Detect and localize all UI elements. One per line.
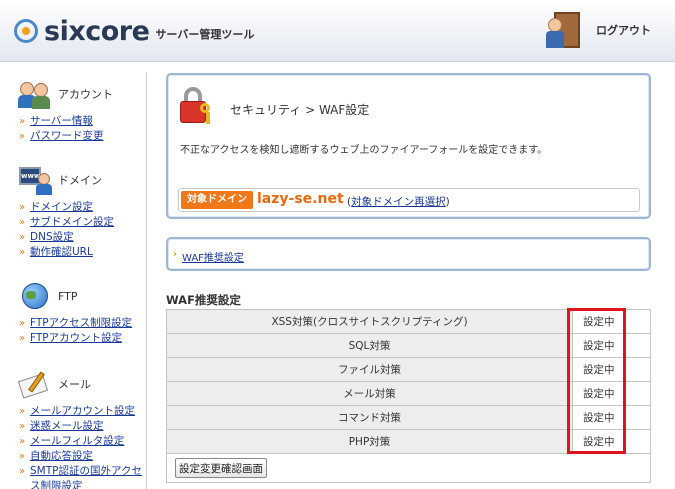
sidebar-link-subdomain-settings[interactable]: サブドメイン設定 xyxy=(18,215,150,230)
sidebar-link-spam-settings[interactable]: 迷惑メール設定 xyxy=(18,419,150,434)
sidebar-link-auto-reply[interactable]: 自動応答設定 xyxy=(18,449,150,464)
sidebar-section-title: FTP xyxy=(58,289,78,303)
security-panel: セキュリティ > WAF設定 不正なアクセスを検知し遮断するウェブ上のファイアー… xyxy=(166,73,651,219)
logo[interactable]: sixcore サーバー管理ツール xyxy=(14,13,254,49)
header: sixcore サーバー管理ツール ログアウト xyxy=(0,0,675,62)
target-domain-box: 対象ドメイン lazy-se.net (対象ドメイン再選択) xyxy=(178,188,640,212)
sidebar-section-title: ドメイン xyxy=(58,174,102,187)
sidebar-section-account: アカウント サーバー情報 パスワード変更 xyxy=(18,78,150,144)
waf-rule-name: XSS対策(クロスサイトスクリプティング) xyxy=(166,309,573,334)
logout-button[interactable]: ログアウト xyxy=(546,10,651,50)
waf-rule-name: ファイル対策 xyxy=(166,357,573,382)
sidebar-link-check-url[interactable]: 動作確認URL xyxy=(18,245,150,260)
waf-settings-table: XSS対策(クロスサイトスクリプティング) 設定中 SQL対策 設定中 ファイル… xyxy=(166,309,651,454)
domain-icon: www xyxy=(18,165,52,195)
sidebar-link-password-change[interactable]: パスワード変更 xyxy=(18,129,150,144)
waf-rule-status: 設定中 xyxy=(572,381,651,406)
sidebar-link-domain-settings[interactable]: ドメイン設定 xyxy=(18,200,150,215)
subnav-waf-recommended-link[interactable]: WAF推奨設定 xyxy=(182,249,244,264)
waf-rule-name: メール対策 xyxy=(166,381,573,406)
logo-mark-icon xyxy=(14,19,38,43)
ftp-globe-icon xyxy=(18,281,52,311)
page-description: 不正なアクセスを検知し遮断するウェブ上のファイアーフォールを設定できます。 xyxy=(180,145,548,156)
mail-icon xyxy=(17,369,52,399)
sidebar-section-title: メール xyxy=(58,378,91,391)
confirm-changes-button[interactable]: 設定変更確認画面 xyxy=(175,458,267,478)
table-row: PHP対策 設定中 xyxy=(166,429,651,454)
subnav: › WAF推奨設定 xyxy=(166,237,651,271)
sidebar-link-smtp-foreign-limit[interactable]: SMTP認証の国外アクセス制限設定 xyxy=(18,464,150,489)
domain-reselect-link[interactable]: 対象ドメイン再選択 xyxy=(351,196,446,208)
logo-text: sixcore xyxy=(44,15,150,47)
confirm-row: 設定変更確認画面 xyxy=(166,454,651,483)
sidebar-section-ftp: FTP FTPアクセス制限設定 FTPアカウント設定 xyxy=(18,280,150,346)
table-row: メール対策 設定中 xyxy=(166,381,651,406)
logo-subtitle: サーバー管理ツール xyxy=(155,28,255,41)
table-row: SQL対策 設定中 xyxy=(166,333,651,358)
waf-rule-status: 設定中 xyxy=(572,309,651,334)
chevron-right-icon: › xyxy=(173,249,177,260)
target-domain-name: lazy-se.net xyxy=(257,191,344,207)
account-icon xyxy=(18,79,52,109)
sidebar-link-mail-filter[interactable]: メールフィルタ設定 xyxy=(18,434,150,449)
waf-rule-status: 設定中 xyxy=(572,333,651,358)
sidebar-link-server-info[interactable]: サーバー情報 xyxy=(18,114,150,129)
breadcrumb: セキュリティ > WAF設定 xyxy=(230,103,370,117)
domain-reselect-close: ) xyxy=(445,196,450,208)
sidebar-section-mail: メール メールアカウント設定 迷惑メール設定 メールフィルタ設定 自動応答設定 … xyxy=(17,368,150,489)
logout-door-icon xyxy=(546,10,586,50)
target-domain-badge: 対象ドメイン xyxy=(181,191,253,209)
waf-rule-name: コマンド対策 xyxy=(166,405,573,430)
waf-rule-status: 設定中 xyxy=(572,405,651,430)
section-title: WAF推奨設定 xyxy=(166,293,241,307)
waf-rule-status: 設定中 xyxy=(572,357,651,382)
sidebar-section-domain: www ドメイン ドメイン設定 サブドメイン設定 DNS設定 動作確認URL xyxy=(18,164,150,260)
sidebar-link-dns-settings[interactable]: DNS設定 xyxy=(18,230,150,245)
sidebar-link-mail-account[interactable]: メールアカウント設定 xyxy=(18,404,150,419)
sidebar: アカウント サーバー情報 パスワード変更 www ドメイン ドメイン設定 サブド… xyxy=(12,72,147,489)
waf-rule-name: SQL対策 xyxy=(166,333,573,358)
sidebar-link-ftp-access-limit[interactable]: FTPアクセス制限設定 xyxy=(18,316,150,331)
waf-rule-status: 設定中 xyxy=(572,429,651,454)
table-row: ファイル対策 設定中 xyxy=(166,357,651,382)
lock-key-icon xyxy=(178,87,214,125)
table-row: コマンド対策 設定中 xyxy=(166,405,651,430)
sidebar-section-title: アカウント xyxy=(58,88,113,101)
domain-reselect: (対象ドメイン再選択) xyxy=(347,194,450,209)
waf-rule-name: PHP対策 xyxy=(166,429,573,454)
logout-label: ログアウト xyxy=(596,24,651,37)
sidebar-link-ftp-account[interactable]: FTPアカウント設定 xyxy=(18,331,150,346)
table-row: XSS対策(クロスサイトスクリプティング) 設定中 xyxy=(166,309,651,334)
